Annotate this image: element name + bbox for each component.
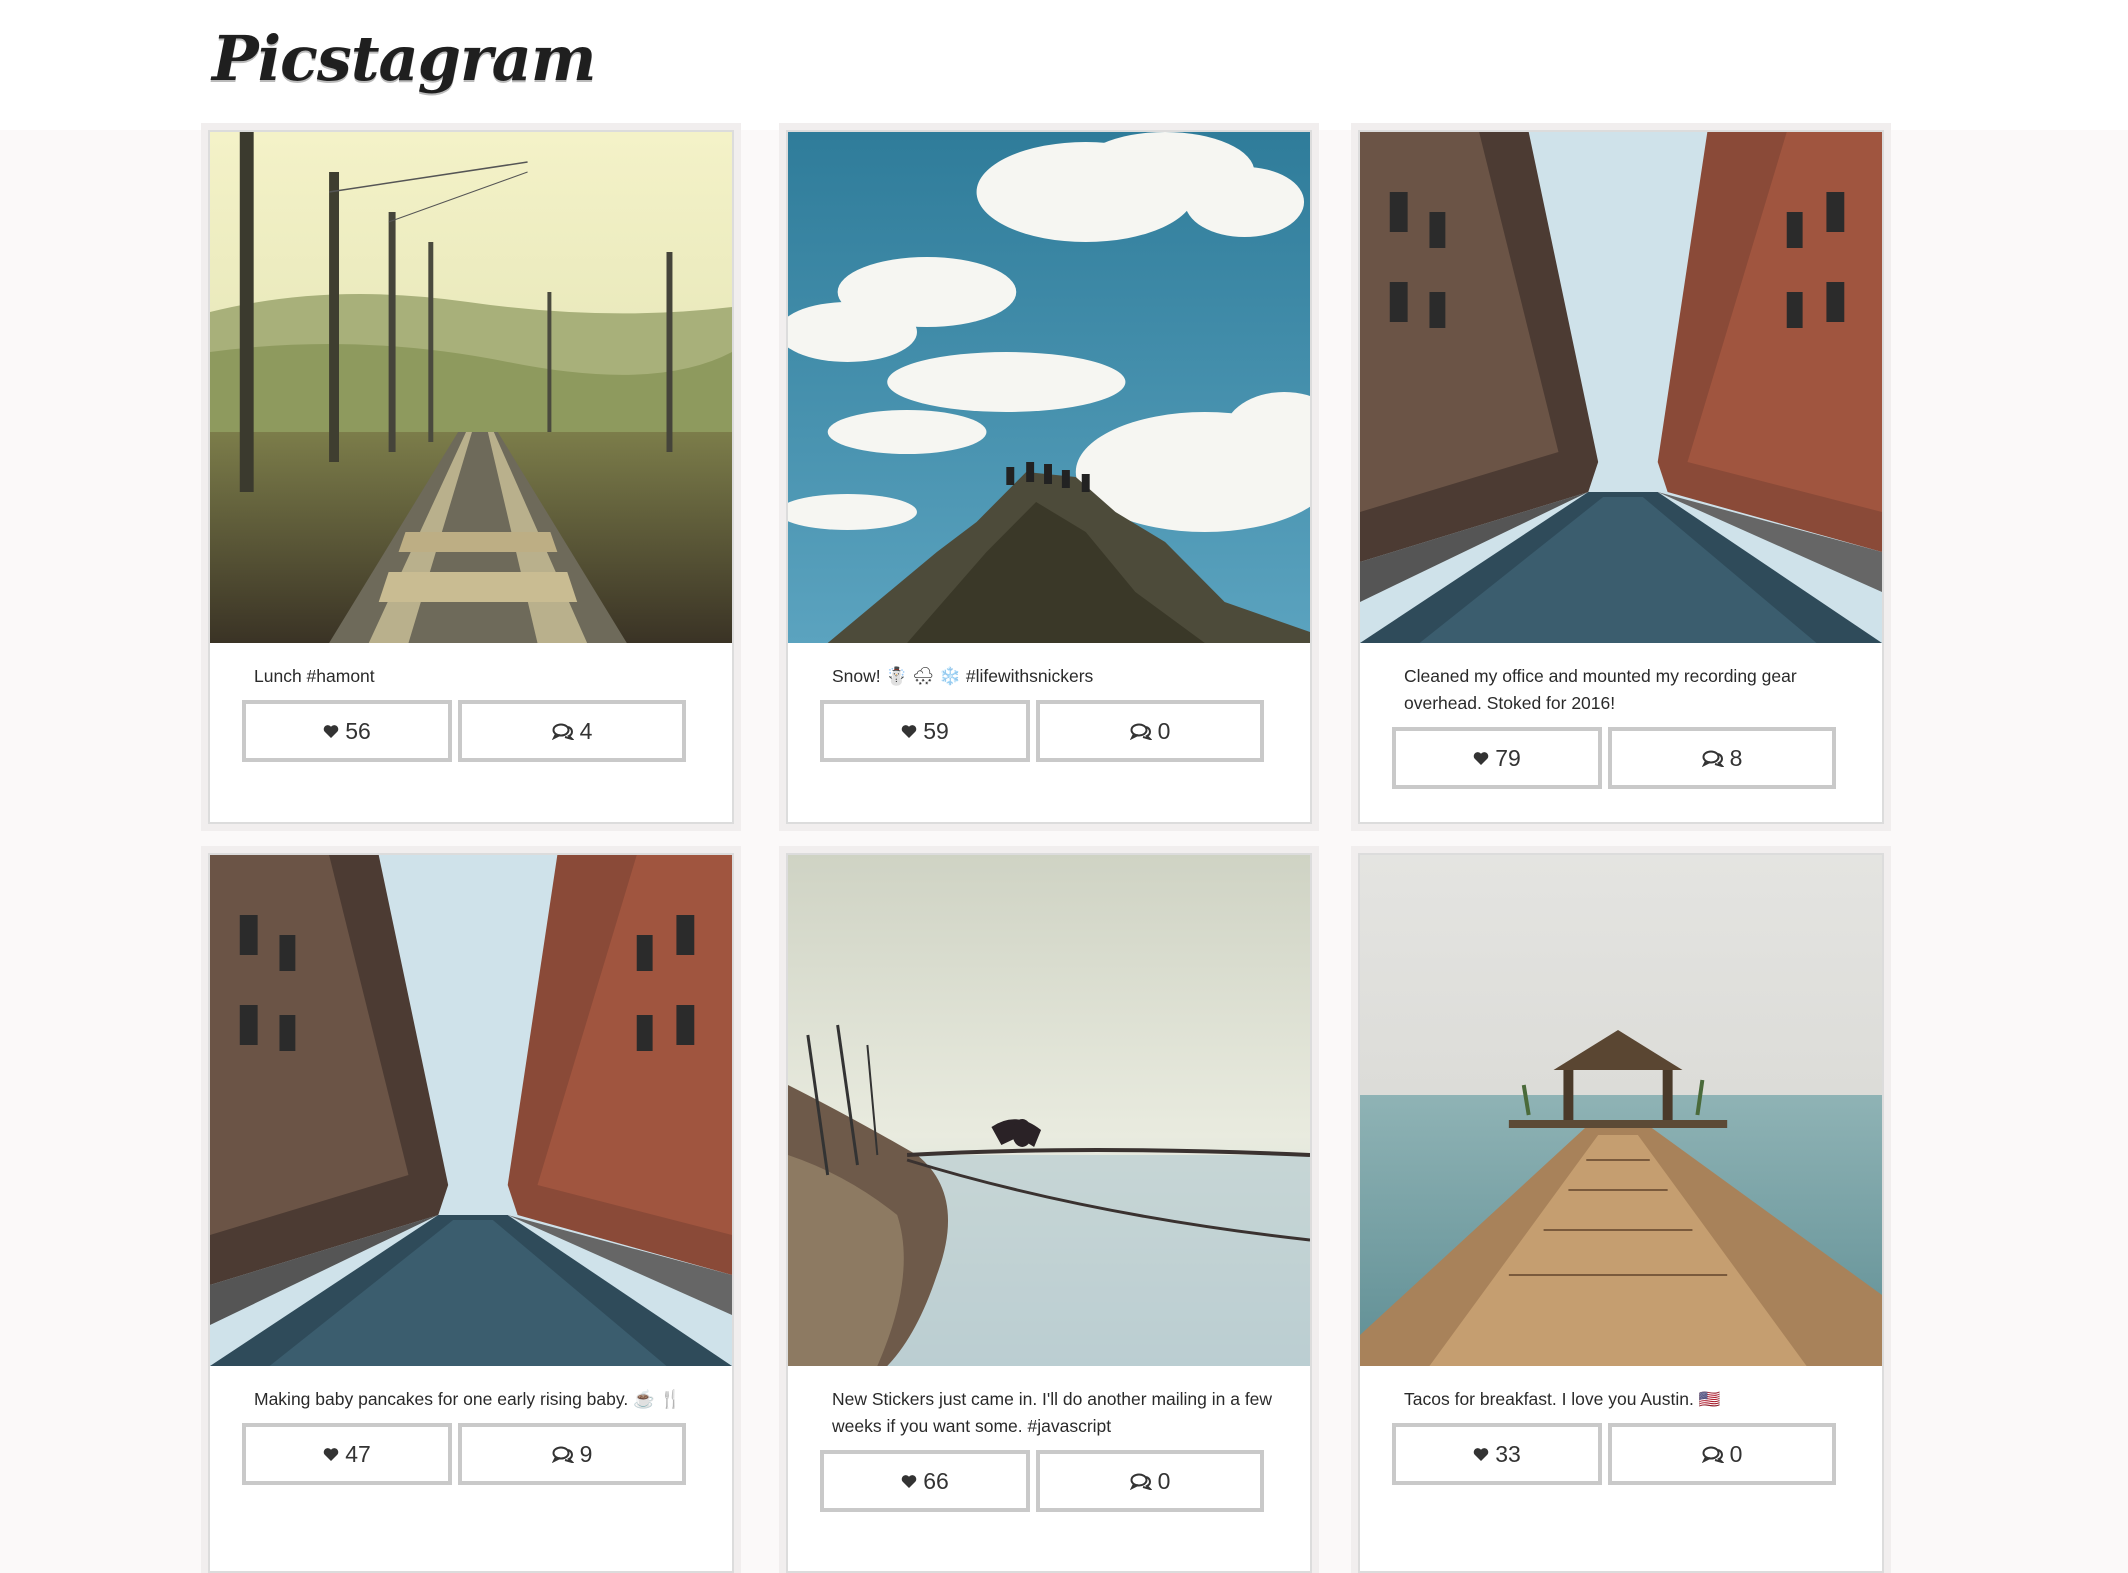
heart-icon bbox=[323, 724, 339, 739]
comment-count: 4 bbox=[579, 717, 593, 744]
like-count: 56 bbox=[345, 717, 371, 744]
post-actions: 56 4 bbox=[242, 700, 698, 766]
photo-pier-gazebo[interactable] bbox=[1360, 855, 1882, 1366]
like-count: 59 bbox=[923, 717, 949, 744]
comment-button[interactable]: 0 bbox=[1036, 1450, 1264, 1512]
photo-city-street[interactable] bbox=[210, 855, 732, 1366]
heart-icon bbox=[323, 1447, 339, 1462]
heart-icon bbox=[901, 1474, 917, 1489]
post-actions: 59 0 bbox=[820, 700, 1276, 766]
heart-icon bbox=[1473, 1447, 1489, 1462]
post-actions: 79 8 bbox=[1392, 727, 1848, 793]
comment-bubbles-icon bbox=[1129, 722, 1152, 740]
comment-count: 0 bbox=[1157, 1467, 1171, 1494]
like-button[interactable]: 33 bbox=[1392, 1423, 1602, 1485]
photo-card: Snow! ☃️ 🌨 ❄️ #lifewithsnickers 59 0 bbox=[786, 130, 1312, 824]
photo-grid: Lunch #hamont 56 4 Snow! ☃️ 🌨 ❄️ #lifewi… bbox=[0, 0, 2128, 1573]
like-button[interactable]: 47 bbox=[242, 1423, 452, 1485]
comment-button[interactable]: 4 bbox=[458, 700, 686, 762]
post-caption: New Stickers just came in. I'll do anoth… bbox=[832, 1389, 1273, 1436]
like-button[interactable]: 59 bbox=[820, 700, 1030, 762]
photo-card: Making baby pancakes for one early risin… bbox=[208, 853, 734, 1573]
like-button[interactable]: 79 bbox=[1392, 727, 1602, 789]
post-caption: Tacos for breakfast. I love you Austin. … bbox=[1404, 1389, 1721, 1409]
comment-count: 0 bbox=[1157, 717, 1171, 744]
like-count: 66 bbox=[923, 1467, 949, 1494]
comment-count: 8 bbox=[1729, 744, 1743, 771]
like-button[interactable]: 56 bbox=[242, 700, 452, 762]
photo-card: Tacos for breakfast. I love you Austin. … bbox=[1358, 853, 1884, 1573]
comment-button[interactable]: 8 bbox=[1608, 727, 1836, 789]
comment-bubbles-icon bbox=[1701, 749, 1724, 767]
photo-bird-on-rope[interactable] bbox=[788, 855, 1310, 1366]
like-count: 33 bbox=[1495, 1440, 1521, 1467]
like-count: 47 bbox=[345, 1440, 371, 1467]
comment-bubbles-icon bbox=[551, 1445, 574, 1463]
like-button[interactable]: 66 bbox=[820, 1450, 1030, 1512]
comment-bubbles-icon bbox=[551, 722, 574, 740]
photo-railway-tracks[interactable] bbox=[210, 132, 732, 643]
photo-card: Lunch #hamont 56 4 bbox=[208, 130, 734, 824]
photo-city-street[interactable] bbox=[1360, 132, 1882, 643]
post-caption: Cleaned my office and mounted my recordi… bbox=[1404, 666, 1797, 713]
comment-count: 9 bbox=[579, 1440, 593, 1467]
comment-button[interactable]: 0 bbox=[1036, 700, 1264, 762]
post-caption: Making baby pancakes for one early risin… bbox=[254, 1389, 682, 1409]
comment-bubbles-icon bbox=[1129, 1472, 1152, 1490]
post-caption: Snow! ☃️ 🌨 ❄️ #lifewithsnickers bbox=[832, 666, 1094, 686]
comment-bubbles-icon bbox=[1701, 1445, 1724, 1463]
comment-count: 0 bbox=[1729, 1440, 1743, 1467]
photo-card: Cleaned my office and mounted my recordi… bbox=[1358, 130, 1884, 824]
comment-button[interactable]: 0 bbox=[1608, 1423, 1836, 1485]
post-actions: 33 0 bbox=[1392, 1423, 1848, 1489]
comment-button[interactable]: 9 bbox=[458, 1423, 686, 1485]
like-count: 79 bbox=[1495, 744, 1521, 771]
post-caption: Lunch #hamont bbox=[254, 666, 375, 686]
post-actions: 66 0 bbox=[820, 1450, 1276, 1516]
post-actions: 47 9 bbox=[242, 1423, 698, 1489]
photo-card: New Stickers just came in. I'll do anoth… bbox=[786, 853, 1312, 1573]
heart-icon bbox=[1473, 751, 1489, 766]
heart-icon bbox=[901, 724, 917, 739]
photo-mountain-sky[interactable] bbox=[788, 132, 1310, 643]
